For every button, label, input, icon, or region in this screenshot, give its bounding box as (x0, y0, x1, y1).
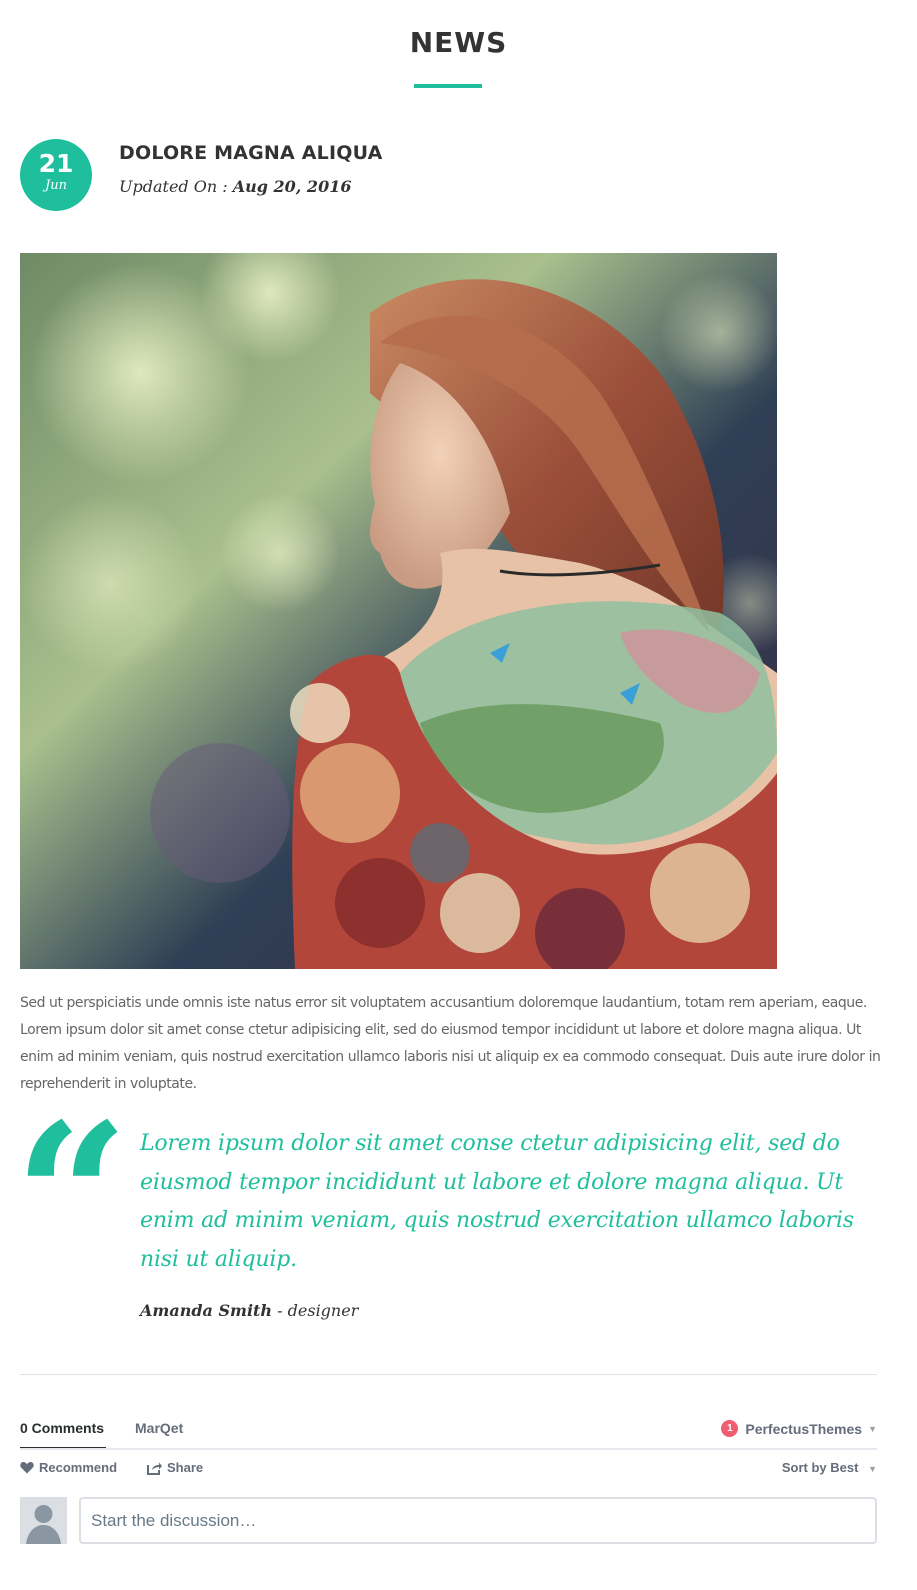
recommend-button[interactable]: Recommend (20, 1460, 117, 1475)
quote-author-name: Amanda Smith (140, 1301, 273, 1320)
share-button[interactable]: Share (147, 1460, 203, 1475)
nav-rule (20, 1448, 877, 1450)
date-badge: 21 Jun (20, 139, 92, 211)
heart-icon (20, 1461, 34, 1474)
post-title[interactable]: DOLORE MAGNA ALIQUA (119, 142, 383, 164)
post-updated-date: Updated On : Aug 20, 2016 (119, 177, 351, 196)
chevron-down-icon[interactable]: ▼ (868, 1464, 877, 1474)
user-placeholder-icon (20, 1497, 67, 1544)
quote-author: Amanda Smith - designer (140, 1301, 358, 1320)
avatar (20, 1497, 67, 1544)
recommend-label: Recommend (39, 1460, 118, 1475)
comment-input[interactable] (79, 1497, 877, 1544)
chevron-down-icon[interactable]: ▼ (868, 1424, 877, 1434)
post-image (20, 253, 777, 969)
quote-mark-icon: “ (14, 1080, 130, 1315)
tab-comments[interactable]: 0 Comments (20, 1415, 106, 1449)
divider (20, 1374, 877, 1375)
date-month: Jun (45, 178, 67, 193)
action-row: Recommend Share Sort by Best ▼ (20, 1460, 877, 1480)
post-body: Sed ut perspiciatis unde omnis iste natu… (20, 995, 881, 1092)
sort-label[interactable]: Sort by Best (782, 1460, 859, 1475)
quote-text: Lorem ipsum dolor sit amet conse ctetur … (140, 1131, 854, 1272)
user-name[interactable]: PerfectusThemes (745, 1421, 862, 1437)
section-title: NEWS (409, 26, 508, 59)
updated-prefix: Updated On : (119, 177, 233, 196)
share-label: Share (167, 1460, 204, 1475)
tab-community[interactable]: MarQet (135, 1415, 183, 1449)
date-day: 21 (38, 149, 74, 178)
quote-author-role: - designer (272, 1301, 359, 1320)
notification-badge[interactable]: 1 (721, 1420, 739, 1437)
title-underline (414, 84, 482, 88)
user-menu[interactable]: 1 PerfectusThemes ▼ (721, 1420, 877, 1437)
updated-date: Aug 20, 2016 (232, 177, 352, 196)
share-icon (147, 1462, 162, 1475)
sort-dropdown[interactable]: Sort by Best ▼ (782, 1460, 877, 1475)
